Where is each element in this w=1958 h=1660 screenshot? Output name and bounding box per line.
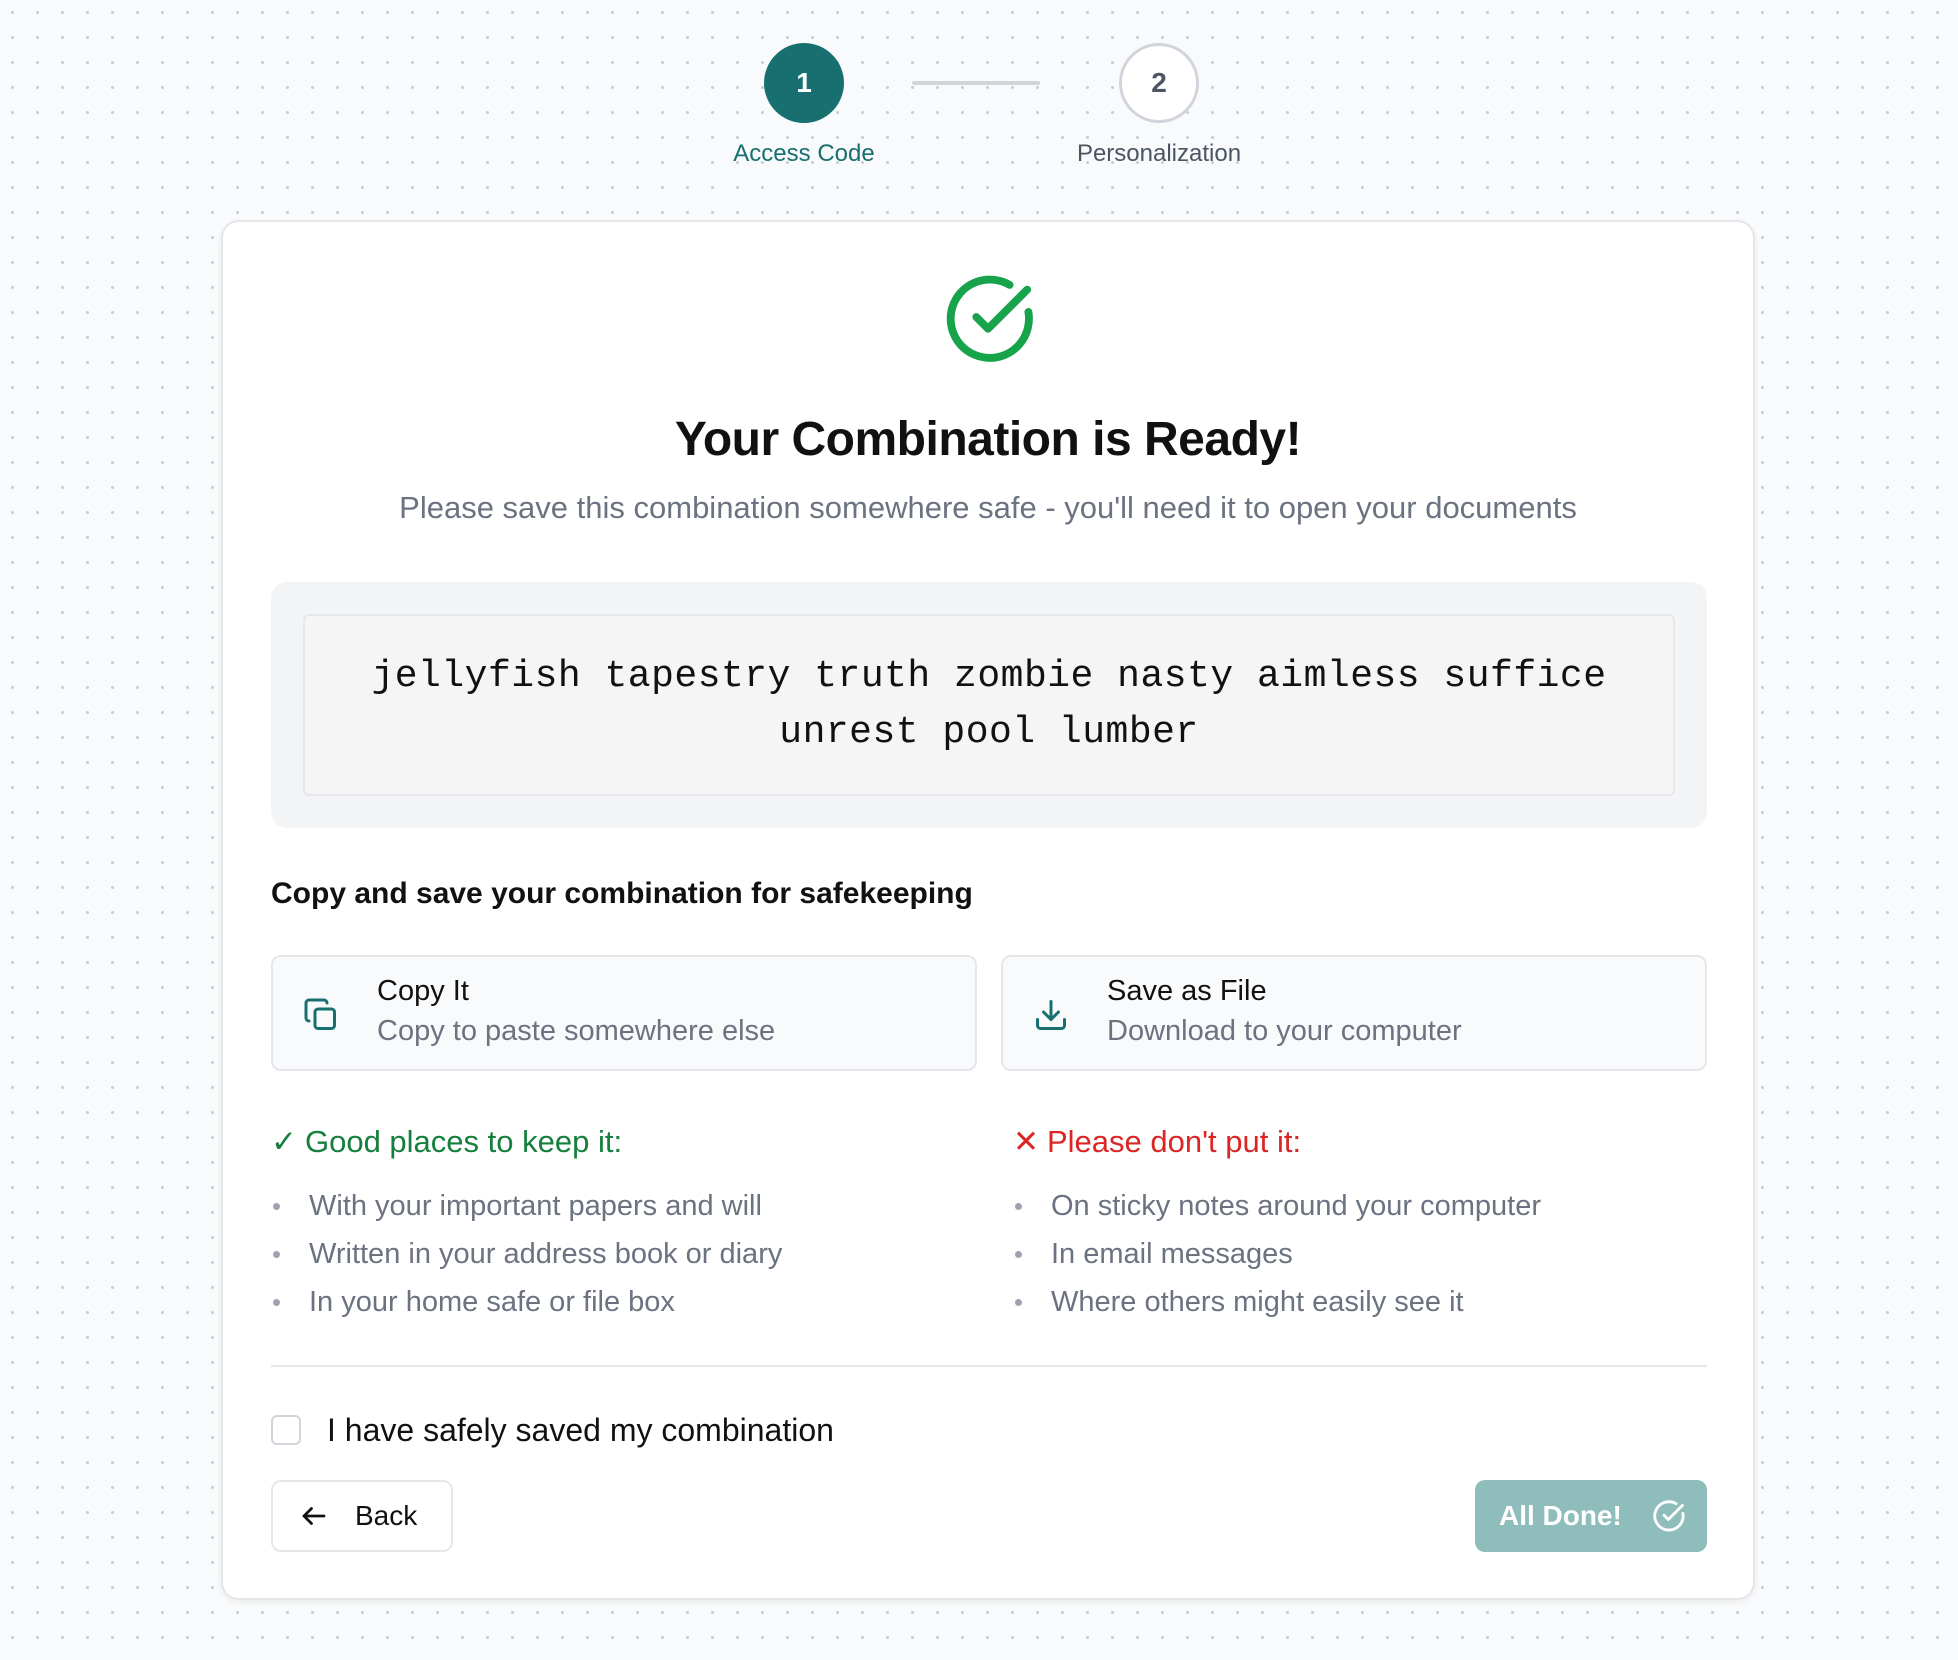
combination-card: Your Combination is Ready! Please save t… [221, 220, 1755, 1600]
good-places-list: With your important papers and will Writ… [271, 1182, 971, 1326]
list-item: On sticky notes around your computer [1013, 1182, 1713, 1230]
combination-panel: jellyfish tapestry truth zombie nasty ai… [271, 582, 1707, 828]
step-2-label: Personalization [1076, 140, 1242, 167]
good-places-heading-text: Good places to keep it: [304, 1124, 623, 1159]
step-1-label: Access Code [733, 140, 875, 167]
check-circle-icon [1653, 1500, 1685, 1532]
good-places-heading: ✓ Good places to keep it: [271, 1124, 971, 1168]
copy-button-title: Copy It [377, 975, 469, 1007]
copy-button[interactable]: Copy It Copy to paste somewhere else [271, 955, 977, 1071]
bad-places-list: On sticky notes around your computer In … [1013, 1182, 1713, 1326]
save-file-button-subtitle: Download to your computer [1107, 1015, 1462, 1047]
checkmark-icon: ✓ [271, 1124, 297, 1159]
confirm-row[interactable]: I have safely saved my combination [271, 1410, 834, 1450]
page-subtitle: Please save this combination somewhere s… [399, 490, 1577, 525]
list-item: In email messages [1013, 1230, 1713, 1278]
all-done-button-label: All Done! [1499, 1500, 1622, 1531]
divider [271, 1365, 1707, 1367]
step-1-indicator: 1 [764, 43, 844, 123]
arrow-left-icon [302, 1507, 326, 1525]
good-places-section: ✓ Good places to keep it: With your impor… [271, 1124, 971, 1326]
save-file-button-title: Save as File [1107, 975, 1267, 1007]
list-item: Where others might easily see it [1013, 1278, 1713, 1326]
back-button[interactable]: Back [271, 1480, 453, 1552]
copy-icon [304, 998, 336, 1030]
bad-places-section: ✕ Please don't put it: On sticky notes ar… [1013, 1124, 1713, 1326]
check-circle-icon [946, 275, 1033, 362]
saved-confirmation-label[interactable]: I have safely saved my combination [327, 1412, 834, 1449]
saved-confirmation-checkbox[interactable] [271, 1415, 301, 1445]
x-mark-icon: ✕ [1013, 1124, 1039, 1159]
copy-button-subtitle: Copy to paste somewhere else [377, 1015, 776, 1047]
download-icon [1036, 1000, 1066, 1030]
progress-stepper: 1 2 Access Code Personalization [0, 0, 1958, 200]
step-connector [912, 81, 1040, 85]
save-file-button[interactable]: Save as File Download to your computer [1001, 955, 1707, 1071]
all-done-button[interactable]: All Done! [1475, 1480, 1707, 1552]
list-item: With your important papers and will [271, 1182, 971, 1230]
list-item: Written in your address book or diary [271, 1230, 971, 1278]
step-2-indicator: 2 [1119, 43, 1199, 123]
list-item: In your home safe or file box [271, 1278, 971, 1326]
combination-text[interactable]: jellyfish tapestry truth zombie nasty ai… [303, 614, 1675, 796]
back-button-label: Back [355, 1500, 418, 1531]
bad-places-heading: ✕ Please don't put it: [1013, 1124, 1713, 1168]
bad-places-heading-text: Please don't put it: [1046, 1124, 1302, 1159]
save-section-heading: Copy and save your combination for safek… [271, 877, 973, 910]
page-title: Your Combination is Ready! [674, 413, 1302, 466]
